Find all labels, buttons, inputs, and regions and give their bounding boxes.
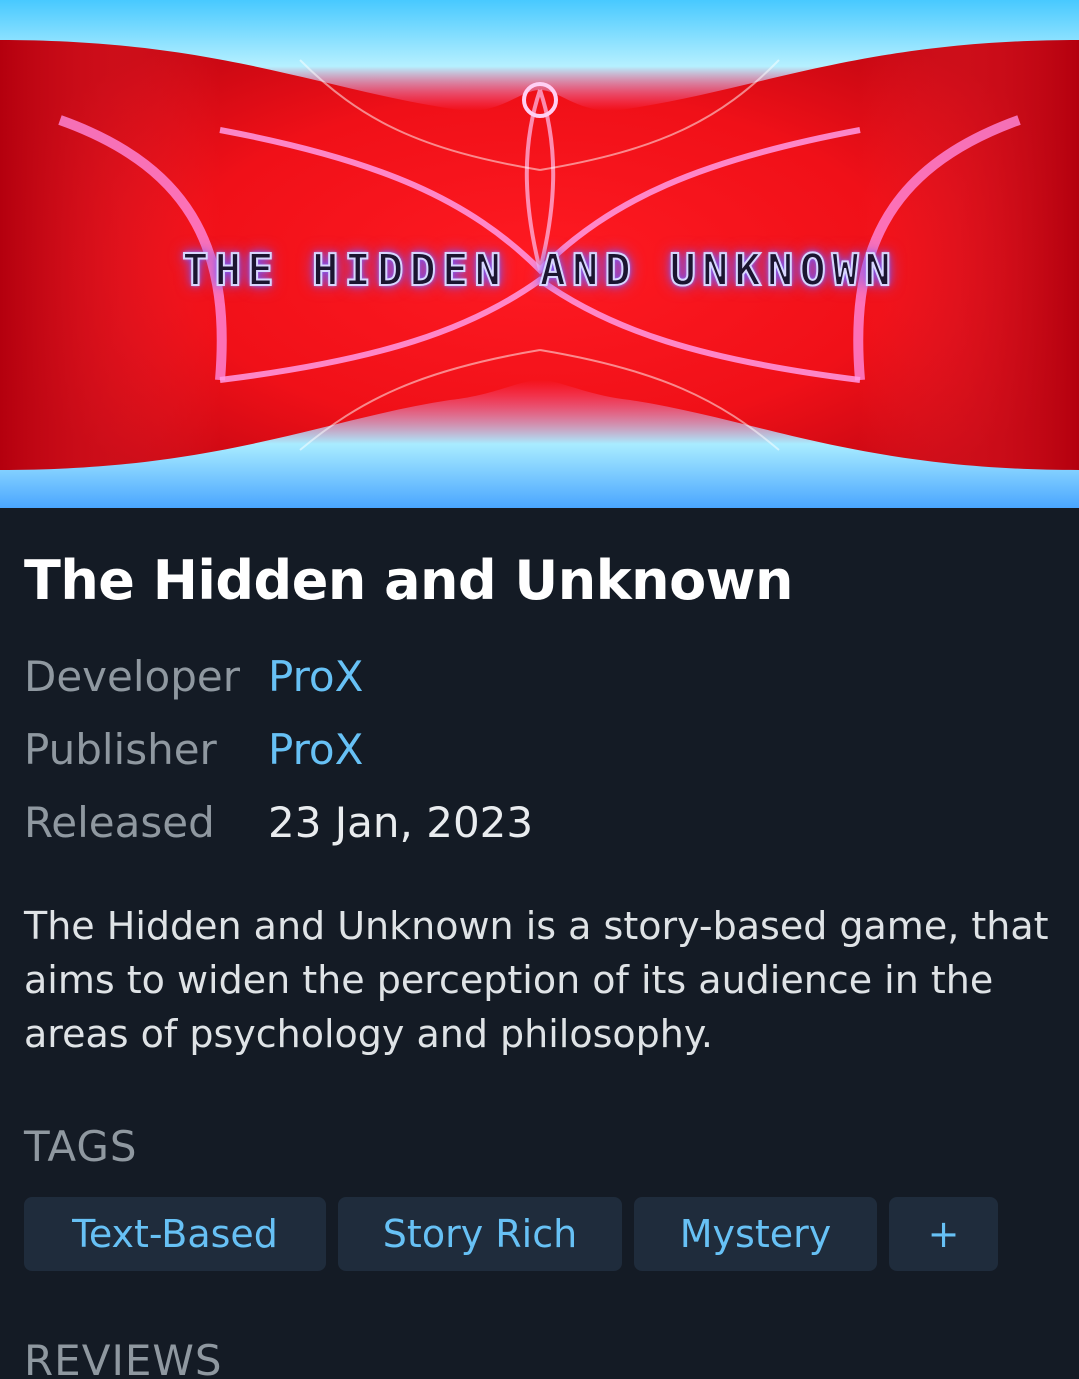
tag-text-based[interactable]: Text-Based bbox=[24, 1197, 326, 1271]
release-date: 23 Jan, 2023 bbox=[268, 798, 534, 847]
tag-mystery[interactable]: Mystery bbox=[634, 1197, 877, 1271]
publisher-row: Publisher ProX bbox=[24, 713, 1055, 786]
game-title: The Hidden and Unknown bbox=[24, 549, 794, 612]
released-label: Released bbox=[24, 798, 215, 847]
developer-label: Developer bbox=[24, 652, 241, 701]
tag-list: Text-Based Story Rich Mystery + bbox=[24, 1197, 1055, 1271]
tags-heading: TAGS bbox=[24, 1122, 138, 1171]
reviews-heading: REVIEWS bbox=[24, 1336, 223, 1379]
more-tags-button[interactable]: + bbox=[889, 1197, 998, 1271]
header-image: THE HIDDEN AND UNKNOWN bbox=[0, 0, 1079, 508]
publisher-link[interactable]: ProX bbox=[268, 713, 363, 786]
developer-row: Developer ProX bbox=[24, 640, 1055, 713]
game-meta: Developer ProX Publisher ProX Released 2… bbox=[24, 640, 1055, 859]
header-logo-text: THE HIDDEN AND UNKNOWN bbox=[181, 244, 897, 297]
publisher-label: Publisher bbox=[24, 725, 217, 774]
developer-link[interactable]: ProX bbox=[268, 640, 363, 713]
tag-story-rich[interactable]: Story Rich bbox=[338, 1197, 622, 1271]
game-description: The Hidden and Unknown is a story-based … bbox=[24, 904, 1049, 1056]
released-row: Released 23 Jan, 2023 bbox=[24, 786, 1055, 859]
game-page: THE HIDDEN AND UNKNOWN The Hidden and Un… bbox=[0, 0, 1079, 1379]
